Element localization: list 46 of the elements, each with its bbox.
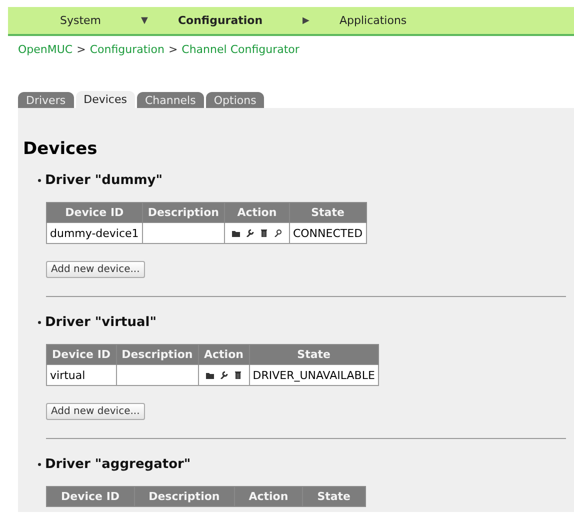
tab[interactable]: Channels	[136, 92, 204, 108]
column-header: Device ID	[46, 202, 142, 222]
nav-item[interactable]: Configuration	[178, 14, 263, 27]
trash-icon[interactable]	[260, 229, 268, 238]
nav-item[interactable]: Applications	[339, 14, 407, 27]
driver-heading: Driver "aggregator"	[45, 457, 191, 472]
table-cell: DRIVER_UNAVAILABLE	[249, 364, 378, 386]
breadcrumb-link[interactable]: Configuration	[90, 43, 164, 81]
column-header: State	[249, 344, 378, 364]
breadcrumb-separator: >	[76, 43, 86, 58]
tab[interactable]: Devices	[76, 91, 135, 108]
add-device-button[interactable]: Add new device...	[46, 261, 145, 278]
trash-icon[interactable]	[234, 371, 242, 380]
wrench-icon[interactable]	[220, 371, 228, 380]
nav-item[interactable]: System	[60, 14, 102, 27]
folder-icon[interactable]	[232, 229, 240, 238]
bullet-icon	[38, 321, 41, 324]
table-cell: dummy-device1	[46, 222, 142, 244]
column-header: Action	[234, 486, 303, 506]
search-icon[interactable]	[274, 229, 282, 238]
bullet-icon	[38, 179, 41, 182]
driver-heading: Driver "dummy"	[45, 173, 163, 188]
driver-heading: Driver "virtual"	[45, 315, 156, 330]
tab[interactable]: Options	[206, 92, 264, 108]
arrow-glyph: ▶	[302, 16, 310, 26]
add-device-button[interactable]: Add new device...	[46, 403, 145, 420]
table-cell: CONNECTED	[289, 222, 366, 244]
column-header: Description	[142, 202, 224, 222]
breadcrumb-separator: >	[168, 43, 178, 58]
column-header: Description	[116, 344, 198, 364]
column-header: Device ID	[46, 344, 116, 364]
breadcrumb-link[interactable]: OpenMUC	[18, 43, 73, 81]
breadcrumb-link[interactable]: Channel Configurator	[182, 43, 300, 81]
column-header: Action	[198, 344, 250, 364]
column-header: Action	[224, 202, 290, 222]
arrow-glyph: ▼	[141, 16, 148, 26]
column-header: State	[302, 486, 366, 506]
page-heading: Devices	[23, 139, 98, 159]
column-header: State	[289, 202, 366, 222]
table-cell: virtual	[46, 364, 116, 386]
folder-icon[interactable]	[206, 371, 214, 380]
tab[interactable]: Drivers	[18, 92, 74, 108]
wrench-icon[interactable]	[246, 229, 254, 238]
bullet-icon	[38, 463, 41, 466]
column-header: Description	[134, 486, 234, 506]
column-header: Device ID	[46, 486, 134, 506]
